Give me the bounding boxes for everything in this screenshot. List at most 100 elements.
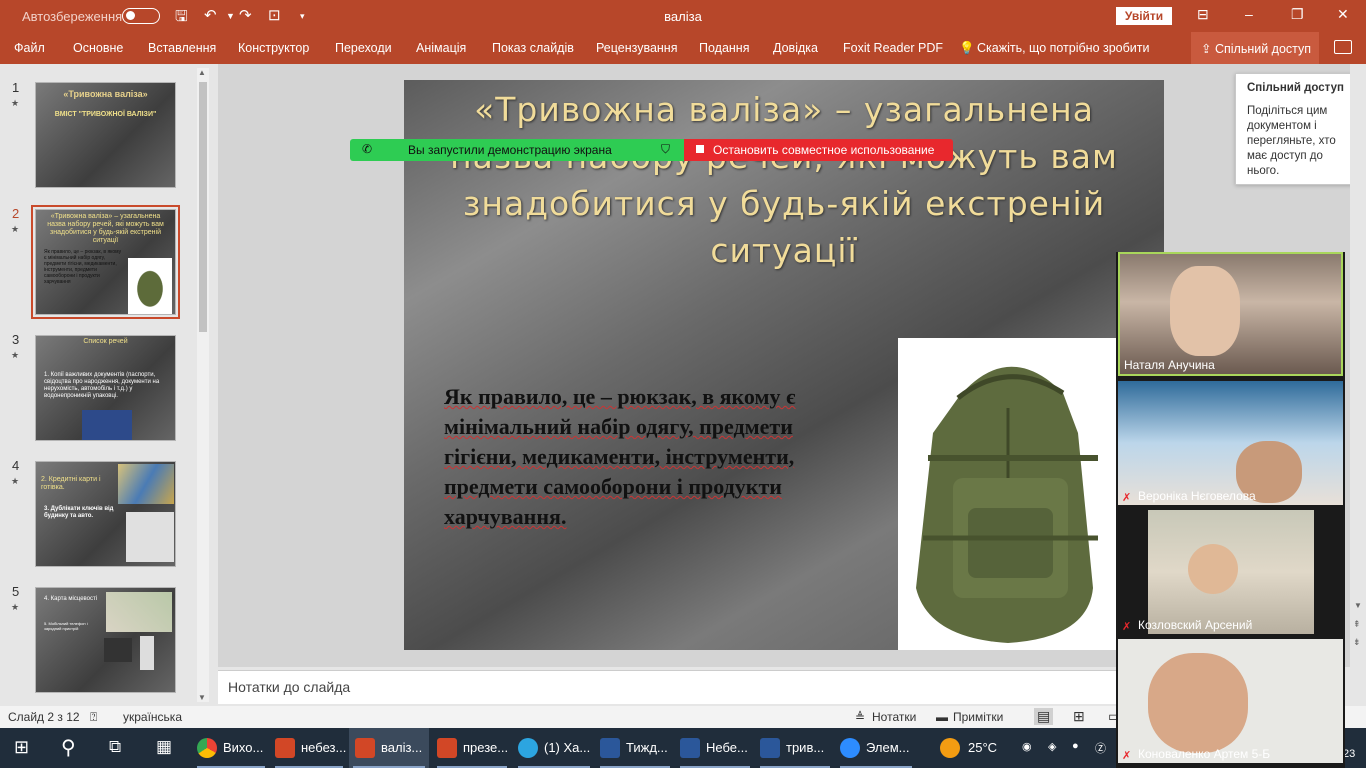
- taskbar-word-3[interactable]: трив...: [756, 728, 834, 768]
- slide-thumbnail-3[interactable]: Список речей 1. Копії важливих документі…: [35, 335, 176, 441]
- tooltip-body: Поділіться цим документом і перегляньте,…: [1247, 105, 1336, 177]
- taskbar-word-1[interactable]: Тижд...: [596, 728, 674, 768]
- slide-sorter-icon[interactable]: ⊞: [1073, 708, 1085, 725]
- thumb-body: 1. Копії важливих документів (паспорти, …: [44, 372, 160, 399]
- close-button[interactable]: ✕: [1337, 6, 1349, 23]
- tab-review[interactable]: Рецензування: [596, 41, 677, 55]
- thumb-number: 3: [12, 332, 20, 347]
- word-icon: [760, 738, 780, 758]
- powerpoint-icon: [355, 738, 375, 758]
- phone-icon: ✆: [362, 142, 373, 156]
- taskbar-powerpoint-1[interactable]: небез...: [271, 728, 347, 768]
- tab-animations[interactable]: Анімація: [416, 41, 466, 55]
- share-tooltip: Спільний доступ Поділіться цим документо…: [1235, 73, 1365, 185]
- tab-slide-show[interactable]: Показ слайдів: [492, 41, 574, 55]
- muted-mic-icon: ✗: [1122, 750, 1132, 762]
- tab-foxit[interactable]: Foxit Reader PDF: [843, 41, 943, 55]
- tab-design[interactable]: Конструктор: [238, 41, 309, 55]
- notes-pane[interactable]: Нотатки до слайда: [218, 670, 1118, 704]
- ribbon-display-options-icon[interactable]: ⊟: [1197, 6, 1209, 23]
- thumb-number: 2: [12, 206, 20, 221]
- comments-toggle-button[interactable]: Примітки: [953, 710, 1003, 724]
- ribbon-tabs: Файл Основне Вставлення Конструктор Пере…: [0, 32, 1366, 64]
- thumb-body: 3. Дублікати ключів від будинку та авто.: [44, 506, 114, 519]
- share-button[interactable]: ⇪ Спільний доступ: [1191, 32, 1319, 64]
- editor-scrollbar[interactable]: ▼ ⇞ ⇟: [1350, 64, 1366, 670]
- slide-thumbnail-5[interactable]: 4. Карта місцевості 5. Мобільний телефон…: [35, 587, 176, 693]
- participant-video[interactable]: Наталя Анучина: [1118, 252, 1343, 376]
- animation-star-icon: ★: [11, 224, 20, 234]
- participant-face: [1148, 653, 1248, 753]
- tray-mic-icon[interactable]: ●: [1072, 740, 1079, 752]
- share-label: Спільний доступ: [1214, 42, 1312, 56]
- share-icon: ⇪: [1201, 42, 1215, 56]
- backpack-icon: [916, 366, 1098, 643]
- animation-star-icon: ★: [11, 602, 20, 612]
- taskbar-powerpoint-3[interactable]: презе...: [433, 728, 511, 768]
- tell-me-search[interactable]: Скажіть, що потрібно зробити: [977, 41, 1150, 55]
- search-icon[interactable]: ⚲: [61, 735, 76, 760]
- cards-thumb-image: [118, 464, 174, 504]
- slide-thumbnail-2[interactable]: «Тривожна валіза» – узагальнена назва на…: [31, 205, 180, 319]
- scroll-down-arrow-icon[interactable]: ▼: [198, 693, 206, 702]
- previous-slide-icon[interactable]: ⇞: [1353, 619, 1361, 630]
- weather-temperature[interactable]: 25°C: [968, 740, 997, 755]
- thumb-title: Список речей: [83, 338, 128, 345]
- word-icon: [600, 738, 620, 758]
- stop-sharing-button[interactable]: Остановить совместное использование: [684, 139, 953, 161]
- participant-video[interactable]: Козловский Арсений ✗: [1118, 510, 1343, 634]
- thumb-subtitle: ВМІСТ "ТРИВОЖНОЇ ВАЛІЗИ": [54, 111, 157, 118]
- participant-face: [1170, 266, 1240, 356]
- slide-thumbnail-1[interactable]: «Тривожна валіза» ВМІСТ "ТРИВОЖНОЇ ВАЛІЗ…: [35, 82, 176, 188]
- normal-view-icon[interactable]: ▤: [1034, 708, 1054, 725]
- tab-transitions[interactable]: Переходи: [335, 41, 392, 55]
- stop-sharing-label: Остановить совместное использование: [713, 143, 935, 157]
- thumbnails-scrollbar[interactable]: ▲ ▼: [197, 68, 209, 702]
- taskbar-zoom[interactable]: Элем...: [836, 728, 916, 768]
- taskbar-powerpoint-2[interactable]: валіз...: [349, 728, 429, 768]
- tab-view[interactable]: Подання: [699, 41, 749, 55]
- participant-video[interactable]: Коноваленко Артем 5-Б ✗: [1118, 639, 1343, 763]
- next-slide-icon[interactable]: ⇟: [1353, 637, 1361, 648]
- tab-home[interactable]: Основне: [73, 41, 123, 55]
- minimize-button[interactable]: –: [1245, 6, 1253, 22]
- participant-name: Козловский Арсений: [1138, 618, 1253, 632]
- taskbar-label: трив...: [786, 740, 825, 755]
- video-participants-panel: Наталя Анучина Вероніка Нєговелова ✗ Коз…: [1116, 252, 1345, 768]
- slide-title[interactable]: «Тривожна валіза» – узагальнена назва на…: [434, 86, 1134, 274]
- comments-icon: ▬: [936, 710, 948, 724]
- tab-help[interactable]: Довідка: [773, 41, 818, 55]
- scrollbar-thumb[interactable]: [199, 82, 207, 332]
- tray-telegram-icon[interactable]: ◉: [1022, 740, 1032, 753]
- title-bar: Автозбереження 🖫 ↶ ▼ ↷ ⊡ ▾ валіза Увійти…: [0, 0, 1366, 32]
- slide-thumbnails-pane: 1 ★ «Тривожна валіза» ВМІСТ "ТРИВОЖНОЇ В…: [0, 64, 212, 706]
- map-thumb-image: [106, 592, 172, 632]
- participant-video[interactable]: Вероніка Нєговелова ✗: [1118, 381, 1343, 505]
- current-slide[interactable]: «Тривожна валіза» – узагальнена назва на…: [404, 80, 1164, 650]
- calculator-icon[interactable]: ▦: [156, 737, 172, 757]
- tray-zoom-icon[interactable]: Ⓩ: [1095, 740, 1106, 756]
- backpack-image[interactable]: [898, 338, 1124, 650]
- sign-in-button[interactable]: Увійти: [1116, 7, 1172, 25]
- slide-thumbnail-4[interactable]: 2. Кредитні карти і готівка. 3. Дублікат…: [35, 461, 176, 567]
- spellcheck-icon[interactable]: ⍰: [90, 710, 97, 725]
- slide-body-text[interactable]: Як правило, це – рюкзак, в якому є мінім…: [444, 382, 864, 532]
- notes-toggle-button[interactable]: Нотатки: [872, 710, 916, 724]
- scroll-up-arrow-icon[interactable]: ▲: [198, 68, 206, 77]
- taskbar-word-2[interactable]: Небе...: [676, 728, 754, 768]
- weather-sun-icon[interactable]: [940, 738, 960, 758]
- taskbar-chrome[interactable]: Вихо...: [193, 728, 269, 768]
- comments-icon[interactable]: [1334, 40, 1352, 54]
- taskbar-telegram[interactable]: (1) Ха...: [514, 728, 594, 768]
- animation-star-icon: ★: [11, 350, 20, 360]
- participant-name: Коноваленко Артем 5-Б: [1138, 747, 1271, 761]
- scroll-down-arrow-icon[interactable]: ▼: [1354, 601, 1362, 610]
- windows-start-icon[interactable]: ⊞: [14, 737, 29, 758]
- language-label[interactable]: українська: [123, 710, 182, 724]
- tray-app-icon[interactable]: ◈: [1048, 740, 1056, 753]
- tab-file[interactable]: Файл: [14, 41, 45, 55]
- tab-insert[interactable]: Вставлення: [148, 41, 216, 55]
- telegram-icon: [518, 738, 538, 758]
- task-view-icon[interactable]: ⧉: [109, 737, 121, 757]
- restore-button[interactable]: ❐: [1291, 6, 1304, 23]
